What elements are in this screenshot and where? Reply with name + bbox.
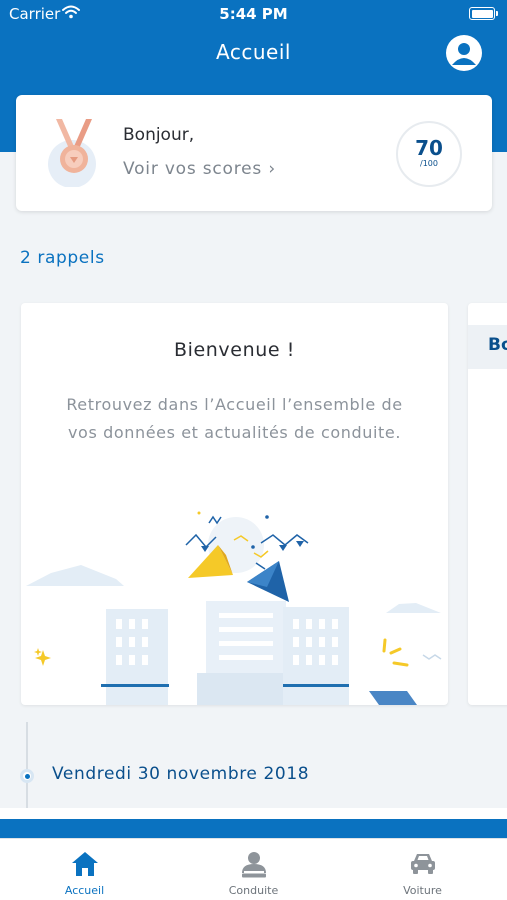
score-max: /100 xyxy=(420,159,438,168)
driver-icon xyxy=(242,852,266,878)
status-bar: Carrier 5:44 PM xyxy=(0,0,507,28)
tab-label: Conduite xyxy=(228,884,279,897)
tab-label: Voiture xyxy=(403,884,442,897)
score-card[interactable]: Bonjour, Voir vos scores › 70 /100 xyxy=(16,95,492,211)
chevron-right-icon: › xyxy=(268,159,276,179)
next-card[interactable]: Bo xyxy=(468,303,507,705)
welcome-text: Retrouvez dans l’Accueil l’ensemble de v… xyxy=(66,395,403,442)
welcome-title: Bienvenue ! xyxy=(173,339,295,361)
battery-icon xyxy=(469,7,498,20)
medal-icon xyxy=(48,119,96,187)
celebration-illustration xyxy=(26,511,442,705)
view-scores-link[interactable]: Voir vos scores › xyxy=(123,159,276,179)
home-icon xyxy=(72,852,98,876)
tab-accueil[interactable]: Accueil xyxy=(0,839,169,900)
score-value: 70 xyxy=(415,136,443,160)
tab-label: Accueil xyxy=(64,884,105,897)
status-time: 5:44 PM xyxy=(219,5,288,23)
welcome-card[interactable]: Bienvenue ! Retrouvez dans l’Accueil l’e… xyxy=(21,303,448,705)
profile-icon[interactable] xyxy=(445,34,483,72)
timeline-dot xyxy=(20,769,34,783)
tab-voiture[interactable]: Voiture xyxy=(338,839,507,900)
greeting-text: Bonjour, xyxy=(123,125,195,145)
timeline-date: Vendredi 30 novembre 2018 xyxy=(52,764,310,784)
page-title: Accueil xyxy=(216,40,291,64)
tab-conduite[interactable]: Conduite xyxy=(169,839,338,900)
score-badge: 70 /100 xyxy=(396,121,462,187)
view-scores-label: Voir vos scores xyxy=(123,159,263,179)
car-icon xyxy=(411,854,435,874)
next-card-title: Bo xyxy=(488,335,507,355)
reminders-count[interactable]: 2 rappels xyxy=(20,248,105,268)
tab-bar: Accueil Conduite Voiture xyxy=(0,838,507,900)
